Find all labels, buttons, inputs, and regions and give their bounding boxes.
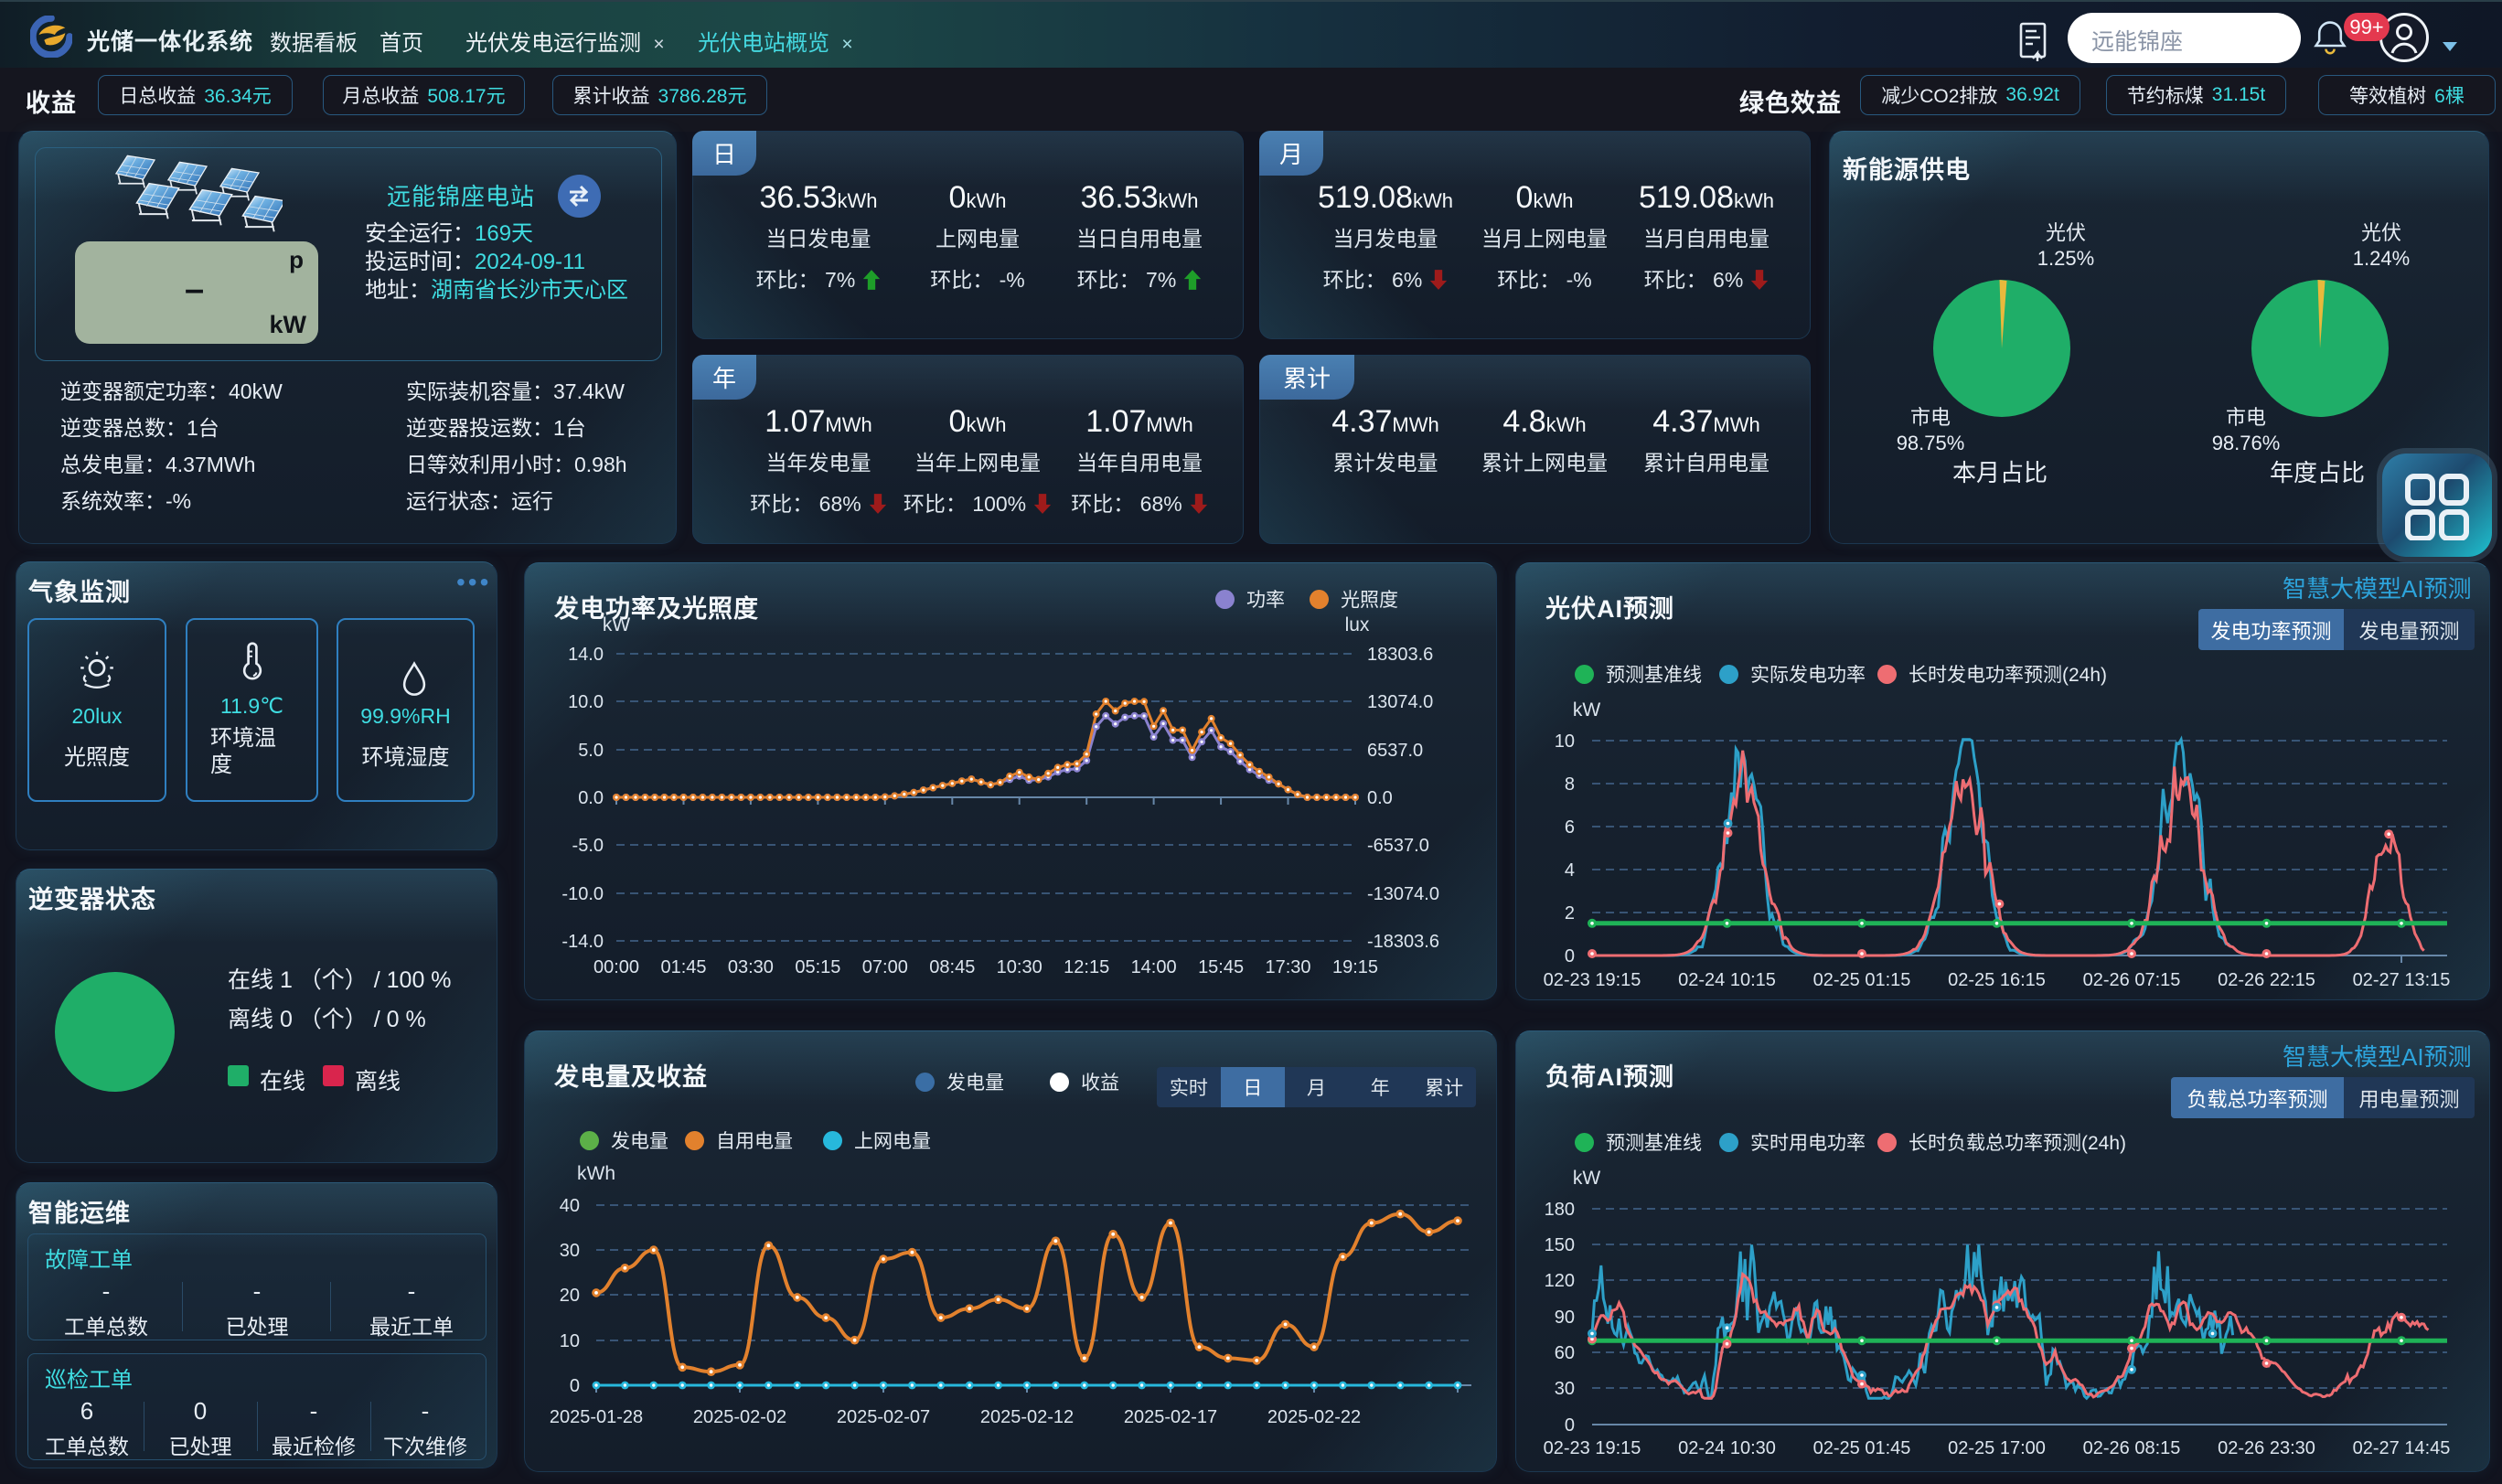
svg-text:13074.0: 13074.0 — [1367, 692, 1433, 712]
svg-text:lux: lux — [1345, 614, 1370, 635]
svg-text:18303.6: 18303.6 — [1367, 645, 1433, 665]
svg-text:0: 0 — [1565, 946, 1575, 966]
svg-text:02-23 19:15: 02-23 19:15 — [1544, 970, 1641, 990]
svg-text:-14.0: -14.0 — [561, 932, 604, 952]
svg-text:2025-02-17: 2025-02-17 — [1124, 1407, 1217, 1427]
svg-text:6: 6 — [1565, 817, 1575, 838]
svg-text:17:30: 17:30 — [1265, 957, 1310, 977]
svg-text:15:45: 15:45 — [1198, 957, 1244, 977]
svg-text:-10.0: -10.0 — [561, 884, 604, 904]
svg-text:02-25 17:00: 02-25 17:00 — [1948, 1438, 2046, 1458]
svg-text:14:00: 14:00 — [1131, 957, 1177, 977]
svg-text:0: 0 — [1565, 1415, 1575, 1436]
svg-text:02-27 14:45: 02-27 14:45 — [2353, 1438, 2451, 1458]
svg-text:0: 0 — [570, 1376, 580, 1396]
svg-text:12:15: 12:15 — [1064, 957, 1109, 977]
svg-text:2: 2 — [1565, 903, 1575, 923]
svg-text:19:15: 19:15 — [1332, 957, 1378, 977]
svg-text:6537.0: 6537.0 — [1367, 741, 1423, 761]
svg-text:10: 10 — [560, 1331, 580, 1351]
svg-text:90: 90 — [1555, 1308, 1575, 1328]
svg-text:kWh: kWh — [577, 1163, 615, 1184]
svg-text:02-24 10:15: 02-24 10:15 — [1678, 970, 1776, 990]
svg-text:kW: kW — [603, 614, 631, 635]
svg-text:00:00: 00:00 — [593, 957, 639, 977]
svg-text:14.0: 14.0 — [568, 645, 604, 665]
svg-text:10: 10 — [1555, 731, 1575, 752]
svg-text:2025-02-22: 2025-02-22 — [1267, 1407, 1361, 1427]
svg-text:02-26 08:15: 02-26 08:15 — [2083, 1438, 2181, 1458]
svg-text:-18303.6: -18303.6 — [1367, 932, 1439, 952]
svg-text:-5.0: -5.0 — [572, 836, 604, 856]
svg-text:20: 20 — [560, 1286, 580, 1306]
svg-text:4: 4 — [1565, 860, 1575, 881]
svg-text:150: 150 — [1545, 1235, 1575, 1255]
svg-text:0.0: 0.0 — [578, 788, 604, 808]
svg-text:60: 60 — [1555, 1343, 1575, 1363]
svg-text:07:00: 07:00 — [862, 957, 908, 977]
svg-text:120: 120 — [1545, 1271, 1575, 1291]
svg-text:180: 180 — [1545, 1200, 1575, 1220]
svg-text:02-26 23:30: 02-26 23:30 — [2218, 1438, 2315, 1458]
svg-text:05:15: 05:15 — [795, 957, 840, 977]
svg-text:kW: kW — [1573, 1168, 1601, 1189]
svg-text:10:30: 10:30 — [997, 957, 1042, 977]
svg-text:30: 30 — [560, 1241, 580, 1261]
svg-text:0.0: 0.0 — [1367, 788, 1393, 808]
svg-text:02-24 10:30: 02-24 10:30 — [1678, 1438, 1776, 1458]
svg-text:02-25 16:15: 02-25 16:15 — [1948, 970, 2046, 990]
svg-text:40: 40 — [560, 1196, 580, 1216]
svg-text:30: 30 — [1555, 1379, 1575, 1399]
svg-text:02-26 07:15: 02-26 07:15 — [2083, 970, 2181, 990]
svg-text:2025-02-02: 2025-02-02 — [693, 1407, 786, 1427]
svg-text:kW: kW — [1573, 699, 1601, 721]
svg-text:2025-01-28: 2025-01-28 — [550, 1407, 643, 1427]
svg-text:2025-02-07: 2025-02-07 — [837, 1407, 930, 1427]
svg-text:03:30: 03:30 — [728, 957, 774, 977]
svg-text:01:45: 01:45 — [660, 957, 706, 977]
svg-text:-6537.0: -6537.0 — [1367, 836, 1429, 856]
svg-text:2025-02-12: 2025-02-12 — [980, 1407, 1074, 1427]
svg-text:02-23 19:15: 02-23 19:15 — [1544, 1438, 1641, 1458]
svg-text:02-25 01:15: 02-25 01:15 — [1813, 970, 1911, 990]
svg-text:10.0: 10.0 — [568, 692, 604, 712]
svg-text:-13074.0: -13074.0 — [1367, 884, 1439, 904]
svg-text:02-26 22:15: 02-26 22:15 — [2218, 970, 2315, 990]
svg-text:02-25 01:45: 02-25 01:45 — [1813, 1438, 1911, 1458]
svg-text:02-27 13:15: 02-27 13:15 — [2353, 970, 2451, 990]
svg-text:5.0: 5.0 — [578, 741, 604, 761]
svg-text:08:45: 08:45 — [929, 957, 975, 977]
svg-text:8: 8 — [1565, 774, 1575, 795]
